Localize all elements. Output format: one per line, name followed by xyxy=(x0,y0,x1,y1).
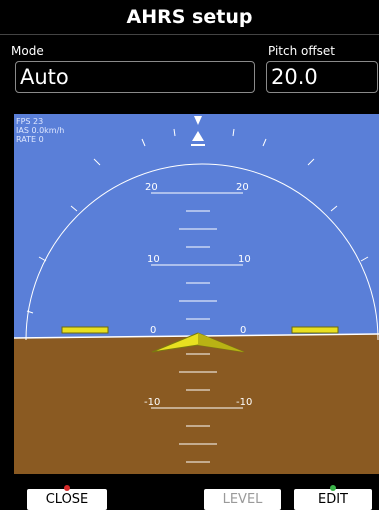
mode-label: Mode xyxy=(11,44,44,58)
pitch-label-20-right: 20 xyxy=(236,182,249,193)
edit-button-label: EDIT xyxy=(318,492,348,507)
edit-indicator-icon xyxy=(330,485,336,491)
mode-value: Auto xyxy=(20,65,69,89)
fps-readout: FPS 23 xyxy=(16,117,44,126)
edit-button[interactable]: EDIT xyxy=(294,485,372,510)
rate-readout: RATE 0 xyxy=(16,135,44,144)
attitude-indicator: 20 20 10 10 0 0 -10 -10 FPS 23 IAS 0.0km… xyxy=(14,114,379,474)
title-bar: AHRS setup xyxy=(0,0,379,35)
level-button[interactable]: LEVEL xyxy=(204,489,281,510)
pitch-offset-label: Pitch offset xyxy=(268,44,335,58)
pitch-offset-field[interactable]: 20.0 xyxy=(266,61,378,93)
ias-readout: IAS 0.0km/h xyxy=(16,126,65,135)
page-title: AHRS setup xyxy=(126,6,253,28)
ground-area xyxy=(14,334,379,474)
attitude-indicator-svg: 20 20 10 10 0 0 -10 -10 xyxy=(14,114,379,474)
pitch-label-neg10-right: -10 xyxy=(236,397,252,408)
right-wing-mark-icon xyxy=(291,326,339,334)
close-button[interactable]: CLOSE xyxy=(27,485,107,510)
pitch-offset-value: 20.0 xyxy=(271,65,318,89)
pitch-label-0-left: 0 xyxy=(150,325,156,336)
mode-field[interactable]: Auto xyxy=(15,61,255,93)
pitch-label-0-right: 0 xyxy=(240,325,246,336)
level-button-label: LEVEL xyxy=(222,492,263,507)
close-indicator-icon xyxy=(64,485,70,491)
pitch-label-20-left: 20 xyxy=(145,182,158,193)
left-wing-mark-icon xyxy=(61,326,109,334)
pitch-label-neg10-left: -10 xyxy=(144,397,160,408)
close-button-label: CLOSE xyxy=(45,492,89,507)
pitch-label-10-right: 10 xyxy=(238,254,251,265)
pitch-label-10-left: 10 xyxy=(147,254,160,265)
